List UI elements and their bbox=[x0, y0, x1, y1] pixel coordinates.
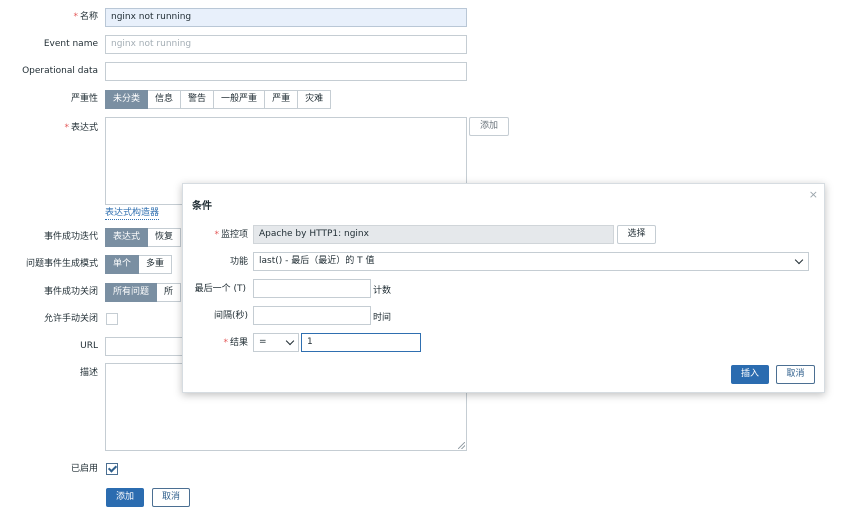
enabled-label: 已启用 bbox=[70, 464, 98, 474]
last-t-unit: 计数 bbox=[373, 286, 392, 296]
ok-event-generation-selector: 表达式 恢复 bbox=[105, 228, 182, 247]
item-label: * 监控项 bbox=[214, 230, 248, 240]
ok-event-expression[interactable]: 表达式 bbox=[105, 228, 149, 247]
insert-button[interactable]: 插入 bbox=[731, 365, 769, 384]
event-name-label: Event name bbox=[43, 39, 98, 49]
ok-event-closes-selector: 所有问题 所 bbox=[105, 283, 182, 302]
expression-builder-link[interactable]: 表达式构造器 bbox=[105, 208, 160, 220]
expression-add-button[interactable]: 添加 bbox=[469, 117, 509, 136]
item-select-button[interactable]: 选择 bbox=[617, 225, 656, 244]
event-name-input[interactable]: nginx not running bbox=[105, 35, 467, 54]
severity-warning[interactable]: 警告 bbox=[181, 90, 215, 109]
ok-event-generation-label: 事件成功迭代 bbox=[43, 232, 98, 242]
interval-input[interactable] bbox=[253, 306, 371, 325]
expression-label: * 表达式 bbox=[64, 123, 98, 133]
close-icon[interactable]: × bbox=[809, 188, 818, 201]
severity-information[interactable]: 信息 bbox=[148, 90, 182, 109]
result-value-input[interactable]: 1 bbox=[301, 333, 421, 352]
severity-not-classified[interactable]: 未分类 bbox=[105, 90, 149, 109]
last-t-input[interactable] bbox=[253, 279, 371, 298]
severity-disaster[interactable]: 灾难 bbox=[298, 90, 332, 109]
problem-mode-single[interactable]: 单个 bbox=[105, 255, 140, 274]
severity-selector: 未分类 信息 警告 一般严重 严重 灾难 bbox=[105, 90, 332, 109]
dialog-cancel-button[interactable]: 取消 bbox=[776, 365, 815, 384]
problem-mode-label: 问题事件生成模式 bbox=[25, 259, 98, 269]
resize-grip-icon[interactable] bbox=[458, 442, 465, 449]
interval-unit: 时间 bbox=[373, 313, 392, 323]
url-label: URL bbox=[80, 341, 98, 351]
name-input[interactable]: nginx not running bbox=[105, 8, 467, 27]
result-operator-value: = bbox=[259, 337, 267, 347]
problem-mode-multiple[interactable]: 多重 bbox=[139, 255, 173, 274]
enabled-checkbox[interactable] bbox=[106, 463, 118, 475]
severity-label: 严重性 bbox=[70, 94, 98, 104]
problem-mode-selector: 单个 多重 bbox=[105, 255, 173, 274]
dialog-title: 条件 bbox=[192, 201, 212, 212]
ok-event-closes-label: 事件成功关闭 bbox=[43, 287, 98, 297]
item-readonly-field: Apache by HTTP1: nginx bbox=[253, 225, 614, 244]
function-label: 功能 bbox=[229, 257, 248, 267]
cancel-form-button[interactable]: 取消 bbox=[152, 488, 190, 507]
result-label: * 结果 bbox=[223, 338, 248, 348]
operational-data-input[interactable] bbox=[105, 62, 467, 81]
last-t-label: 最后一个 (T) bbox=[194, 284, 246, 294]
interval-label: 间隔(秒) bbox=[213, 311, 248, 321]
operational-data-label: Operational data bbox=[22, 66, 98, 76]
manual-close-label: 允许手动关闭 bbox=[43, 314, 98, 324]
add-submit-button[interactable]: 添加 bbox=[106, 488, 144, 507]
ok-event-recovery[interactable]: 恢复 bbox=[148, 228, 182, 247]
severity-average[interactable]: 一般严重 bbox=[214, 90, 266, 109]
ok-closes-matching[interactable]: 所 bbox=[157, 283, 182, 302]
function-select[interactable]: last() - 最后（最近）的 T 值 bbox=[253, 252, 809, 271]
function-selected-value: last() - 最后（最近）的 T 值 bbox=[259, 256, 375, 266]
condition-dialog: 条件 × * 监控项 Apache by HTTP1: nginx 选择 功能 l… bbox=[182, 183, 825, 393]
severity-high[interactable]: 严重 bbox=[265, 90, 299, 109]
description-label: 描述 bbox=[79, 368, 98, 378]
ok-closes-all-problems[interactable]: 所有问题 bbox=[105, 283, 158, 302]
name-label: * 名称 bbox=[73, 12, 98, 22]
manual-close-checkbox[interactable] bbox=[106, 313, 118, 325]
